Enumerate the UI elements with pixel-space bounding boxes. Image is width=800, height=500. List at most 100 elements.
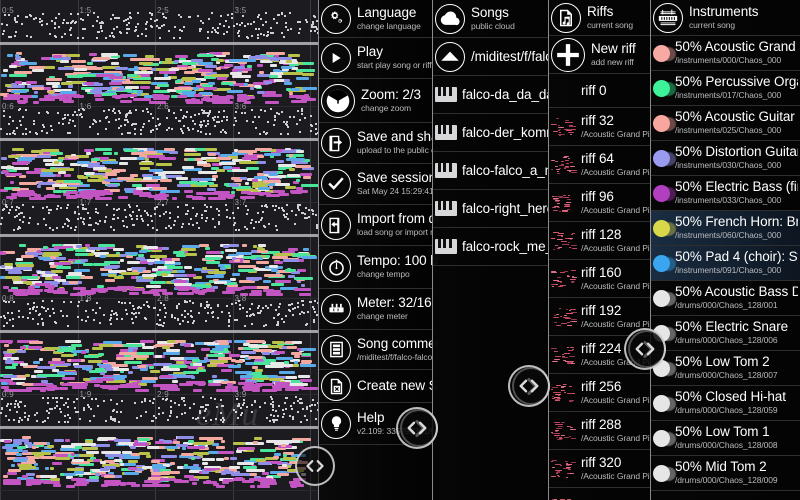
instrument-list-item[interactable]: 50% Percussive Organ:/instruments/017/Ch… — [651, 71, 800, 106]
pr-note — [91, 158, 100, 161]
pr-drum-note — [103, 400, 105, 402]
menu-item-save-and-share[interactable]: Save and shareupload to the public cloud… — [319, 123, 440, 164]
instrument-list-item[interactable]: 50% French Horn: Brass/instruments/060/C… — [651, 211, 800, 246]
pr-drum-note — [70, 27, 72, 29]
pr-note — [34, 463, 38, 466]
pr-note — [154, 261, 165, 264]
riff-list-item[interactable]: riff 256/Acoustic Grand Piano — [549, 374, 660, 412]
instrument-list-item[interactable]: 50% Electric Snare/drums/000/Chaos_128/0… — [651, 316, 800, 351]
pr-drum-note — [297, 206, 299, 208]
pr-drum-note — [276, 229, 278, 231]
pr-drum-note — [23, 216, 25, 218]
nav-left-right-instruments[interactable] — [624, 328, 666, 370]
piano-roll-editor[interactable]: 0:5 1:5 2:5 3:5 0:6 1:6 2:6 3:6 0:7 1:7 2:7 3:7 0:8 1… — [0, 0, 318, 500]
riff-list-item[interactable]: riff 288/Acoustic Grand Piano — [549, 412, 660, 450]
instrument-list-item[interactable]: 50% Acoustic Guitar (steel)/instruments/… — [651, 106, 800, 141]
pr-note — [232, 169, 248, 172]
instrument-list-item[interactable]: 50% Low Tom 1/drums/000/Chaos_128/008 — [651, 421, 800, 456]
instruments-row-list[interactable]: Instruments current song 50% Acoustic Gran… — [651, 0, 800, 500]
pr-note — [13, 267, 32, 270]
riff-list-item[interactable]: riff 0 — [549, 74, 660, 108]
menu-item-tempo-100-bpm[interactable]: Tempo: 100 bpmchange tempo — [319, 246, 440, 289]
pr-drum-note — [86, 300, 88, 302]
song-list-item[interactable]: falco-der_kommisser.mid — [433, 114, 550, 152]
riff-list-item[interactable]: riff 64/Acoustic Grand Piano — [549, 146, 660, 184]
nav-left-right-riffs[interactable] — [508, 365, 550, 407]
pr-drum-note — [80, 217, 82, 219]
instrument-list-item[interactable]: 50% Low Tom 2/drums/000/Chaos_128/007 — [651, 351, 800, 386]
pr-note — [71, 359, 81, 362]
pr-drum-note — [18, 420, 20, 422]
riff-text: riff 64/Acoustic Grand Piano — [581, 152, 658, 178]
instrument-text: 50% Distortion Guitar:/instruments/030/C… — [675, 145, 798, 171]
instrument-list-item[interactable]: 50% Distortion Guitar:/instruments/030/C… — [651, 141, 800, 176]
riff-preview-thumbnail — [551, 382, 577, 404]
pr-note — [260, 449, 276, 452]
instrument-list-item[interactable]: 50% Pad 4 (choir): Synth/instruments/091… — [651, 246, 800, 281]
riffs-header[interactable]: Riffs current song — [549, 0, 660, 36]
instrument-list-item[interactable]: 50% Acoustic Bass Drum/drums/000/Chaos_1… — [651, 281, 800, 316]
pr-note — [0, 252, 6, 255]
songs-path-row[interactable]: /miditest/f/falco — [433, 38, 550, 76]
song-list-item[interactable]: falco-da_da_da.mid — [433, 76, 550, 114]
nav-left-right-songs[interactable] — [396, 407, 438, 449]
riffs-row-list[interactable]: Riffs current song New riff add new riff rif… — [549, 0, 660, 500]
pr-note — [253, 375, 267, 378]
menu-item-create-new-song[interactable]: Create new Song — [319, 370, 440, 403]
pr-note — [107, 184, 118, 187]
pr-drum-note — [306, 408, 308, 410]
song-list-item[interactable]: falco-falco_a_meta.mid — [433, 152, 550, 190]
riff-list-item[interactable]: riff 128/Acoustic Grand Piano — [549, 222, 660, 260]
pr-drum-note — [64, 114, 66, 116]
pr-drum-note — [188, 129, 190, 131]
pr-note — [54, 262, 71, 265]
pr-note — [208, 82, 215, 85]
riff-list-item[interactable]: riff 320/Acoustic Grand Piano — [549, 450, 660, 488]
menu-item-play[interactable]: Play start play song or riff — [319, 38, 440, 79]
row-text: New riff add new riff — [591, 42, 658, 68]
new-riff-button[interactable]: New riff add new riff — [549, 36, 660, 74]
menu-item-import-from-device[interactable]: Import from deviceload song or import mi… — [319, 205, 440, 246]
pr-drum-note — [82, 204, 84, 206]
pr-drum-note — [198, 113, 200, 115]
instrument-list-item[interactable]: 50% Electric Bass (finger)/instruments/0… — [651, 176, 800, 211]
pr-drum-note — [313, 26, 315, 28]
pr-note — [5, 366, 16, 369]
songs-panel[interactable]: Songspublic cloud/miditest/f/falcofalco-… — [432, 0, 550, 500]
instrument-list-item[interactable]: 50% Closed Hi-hat/drums/000/Chaos_128/05… — [651, 386, 800, 421]
pr-drum-note — [246, 311, 248, 313]
instrument-list-item[interactable]: 50% Acoustic Grand Piano/instruments/000… — [651, 36, 800, 71]
pr-drum-note — [187, 321, 189, 323]
pr-note — [82, 367, 92, 370]
instrument-path: /instruments/060/Chaos_000 — [675, 230, 782, 240]
menu-item-meter-32-16[interactable]: Meter: 32/16 change meter — [319, 289, 440, 330]
instruments-panel[interactable]: Instruments current song 50% Acoustic Gran… — [650, 0, 800, 500]
pr-drum-note — [170, 406, 172, 408]
pr-note — [52, 462, 62, 465]
nav-left-right-pianoroll[interactable] — [295, 446, 335, 486]
instruments-header[interactable]: Instruments current song — [651, 0, 800, 36]
pr-drum-note — [299, 21, 301, 23]
menu-item-language[interactable]: Language change language — [319, 0, 440, 38]
pr-note — [292, 67, 298, 70]
pr-drum-note — [12, 318, 14, 320]
song-list-item[interactable]: falco-rock_me_amadeus.mid — [433, 228, 550, 266]
riff-list-item[interactable]: riff 352 — [549, 488, 660, 500]
instrument-path: /instruments/025/Chaos_000 — [675, 125, 782, 135]
riff-list-item[interactable]: riff 32/Acoustic Grand Piano — [549, 108, 660, 146]
songs-header[interactable]: Songs public cloud — [433, 0, 550, 38]
songs-row-list[interactable]: Songspublic cloud/miditest/f/falcofalco-… — [433, 0, 550, 500]
riff-list-item[interactable]: riff 160/Acoustic Grand Piano — [549, 260, 660, 298]
instrument-list-item[interactable]: 50% Mid Tom 2/drums/000/Chaos_128/009 — [651, 456, 800, 491]
pr-note — [131, 152, 145, 155]
pr-drum-note — [173, 224, 175, 226]
riffs-panel[interactable]: Riffs current song New riff add new riff rif… — [548, 0, 660, 500]
menu-item-save-session[interactable]: Save sessionSat May 24 15:29:41 GMT+03:0… — [319, 164, 440, 205]
menu-item-song-comment[interactable]: Song comment/miditest/f/falco-falco_a_me… — [319, 330, 440, 370]
pr-note — [77, 161, 90, 164]
pr-note — [235, 371, 252, 374]
menu-item-zoom-2-3[interactable]: Zoom: 2/3 change zoom — [319, 79, 440, 123]
menu-item-subtitle: /miditest/f/falco-falco_a_meta.mid — [357, 351, 438, 362]
riff-list-item[interactable]: riff 96/Acoustic Grand Piano — [549, 184, 660, 222]
song-list-item[interactable]: falco-right_here_right_now.mid — [433, 190, 550, 228]
